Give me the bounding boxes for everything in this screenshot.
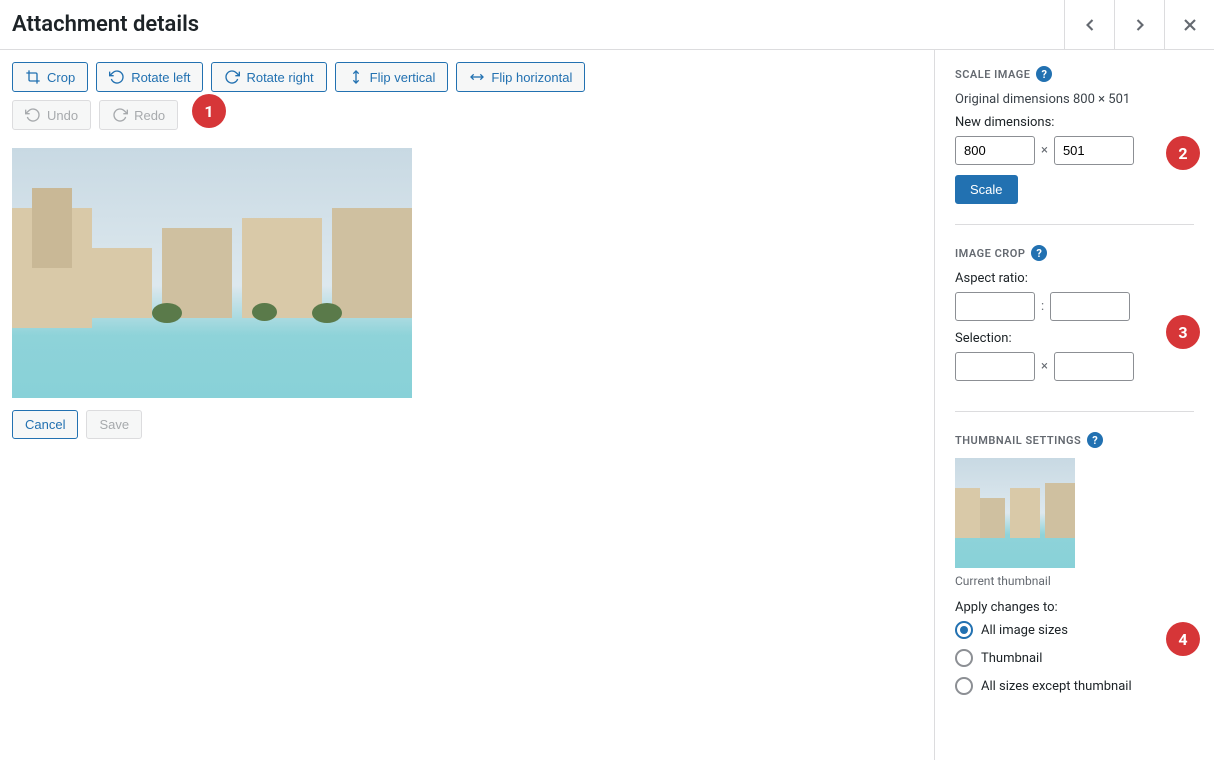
thumbnail-section: THUMBNAIL SETTINGS ? Current thumbnail A… [955,432,1194,725]
crop-section: IMAGE CROP ? Aspect ratio: : Selection: … [955,245,1194,412]
annotation-1: 1 [192,94,226,128]
cancel-button[interactable]: Cancel [12,410,78,439]
selection-sep: × [1041,359,1048,374]
rotate-left-button[interactable]: Rotate left [96,62,203,92]
rotate-left-label: Rotate left [131,70,190,85]
selection-width-input[interactable] [955,352,1035,381]
aspect-label: Aspect ratio: [955,271,1194,286]
rotate-right-button[interactable]: Rotate right [211,62,326,92]
crop-icon [25,69,41,85]
scale-button[interactable]: Scale [955,175,1018,204]
radio-except-label: All sizes except thumbnail [981,679,1132,694]
aspect-height-input[interactable] [1050,292,1130,321]
radio-except-thumbnail[interactable]: All sizes except thumbnail [955,677,1194,695]
aspect-row: : [955,292,1194,321]
chevron-left-icon [1080,15,1100,35]
header-nav [1064,0,1214,49]
scale-title-text: SCALE IMAGE [955,68,1030,81]
rotate-right-label: Rotate right [246,70,313,85]
page-title: Attachment details [12,12,199,37]
original-dimensions: Original dimensions 800 × 501 [955,92,1194,107]
flip-horizontal-icon [469,69,485,85]
undo-button[interactable]: Undo [12,100,91,130]
selection-row: × [955,352,1194,381]
thumb-title: THUMBNAIL SETTINGS ? [955,432,1194,448]
radio-icon [955,677,973,695]
undo-label: Undo [47,108,78,123]
annotation-4: 4 [1166,622,1200,656]
crop-button[interactable]: Crop [12,62,88,92]
radio-icon [955,621,973,639]
image-preview[interactable] [12,148,412,398]
new-dimensions-label: New dimensions: [955,115,1194,130]
bottom-actions: Cancel Save [12,410,922,439]
radio-icon [955,649,973,667]
help-icon[interactable]: ? [1036,66,1052,82]
selection-height-input[interactable] [1054,352,1134,381]
save-button[interactable]: Save [86,410,142,439]
close-icon [1180,15,1200,35]
scale-width-input[interactable] [955,136,1035,165]
radio-all-sizes[interactable]: All image sizes [955,621,1194,639]
flip-horizontal-button[interactable]: Flip horizontal [456,62,585,92]
flip-horizontal-label: Flip horizontal [491,70,572,85]
sidebar: SCALE IMAGE ? Original dimensions 800 × … [934,50,1214,760]
radio-all-label: All image sizes [981,623,1068,638]
crop-label: Crop [47,70,75,85]
flip-vertical-button[interactable]: Flip vertical [335,62,449,92]
scale-row: × [955,136,1194,165]
header: Attachment details [0,0,1214,50]
radio-thumb-label: Thumbnail [981,651,1042,666]
selection-label: Selection: [955,331,1194,346]
toolbar: Crop Rotate left Rotate right Flip verti… [12,62,922,92]
scale-height-input[interactable] [1054,136,1134,165]
thumbnail-preview [955,458,1075,568]
scale-title: SCALE IMAGE ? [955,66,1194,82]
thumb-caption: Current thumbnail [955,574,1194,588]
undo-icon [25,107,41,123]
redo-icon [112,107,128,123]
help-icon[interactable]: ? [1031,245,1047,261]
prev-button[interactable] [1064,0,1114,49]
flip-vertical-label: Flip vertical [370,70,436,85]
rotate-right-icon [224,69,240,85]
crop-title: IMAGE CROP ? [955,245,1194,261]
rotate-left-icon [109,69,125,85]
aspect-sep: : [1041,299,1044,314]
chevron-right-icon [1130,15,1150,35]
help-icon[interactable]: ? [1087,432,1103,448]
close-button[interactable] [1164,0,1214,49]
crop-title-text: IMAGE CROP [955,247,1025,260]
flip-vertical-icon [348,69,364,85]
scale-section: SCALE IMAGE ? Original dimensions 800 × … [955,66,1194,225]
editor-area: Crop Rotate left Rotate right Flip verti… [0,50,934,760]
main: Crop Rotate left Rotate right Flip verti… [0,50,1214,760]
radio-thumbnail[interactable]: Thumbnail [955,649,1194,667]
apply-label: Apply changes to: [955,600,1194,615]
dim-sep: × [1041,143,1048,158]
thumb-title-text: THUMBNAIL SETTINGS [955,434,1081,447]
redo-label: Redo [134,108,165,123]
redo-button[interactable]: Redo [99,100,178,130]
toolbar-history: Undo Redo 1 [12,100,922,130]
next-button[interactable] [1114,0,1164,49]
aspect-width-input[interactable] [955,292,1035,321]
annotation-3: 3 [1166,315,1200,349]
annotation-2: 2 [1166,136,1200,170]
